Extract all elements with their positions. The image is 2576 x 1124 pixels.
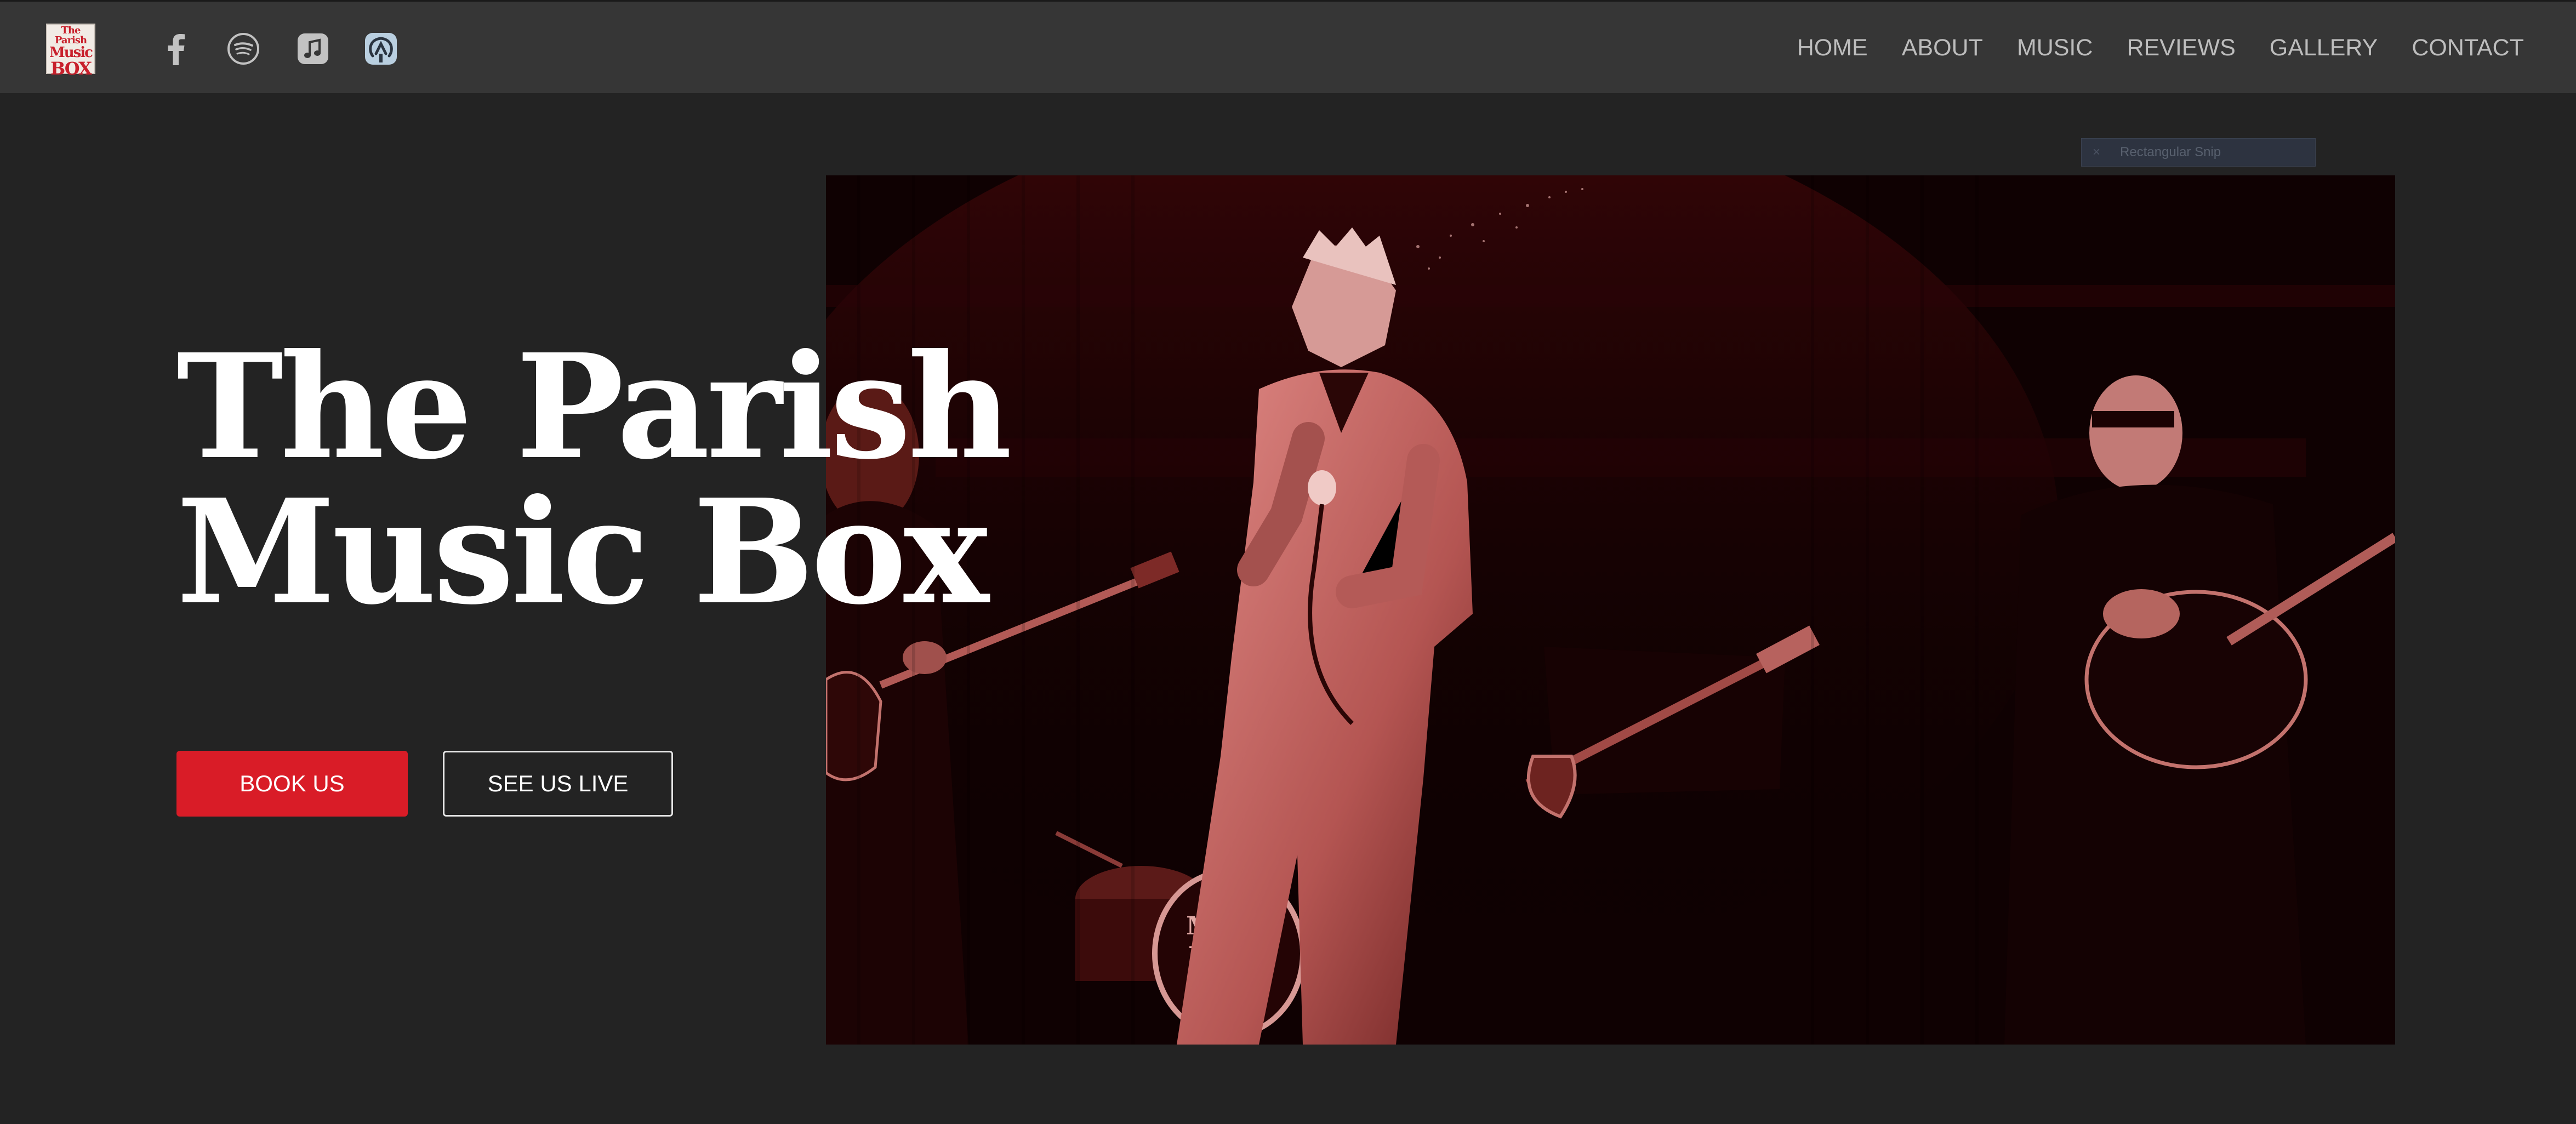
bass-guitarist (1525, 625, 1820, 819)
see-us-live-button[interactable]: SEE US LIVE (443, 751, 673, 817)
logo-line1: The Parish (54, 25, 87, 46)
nav-home[interactable]: HOME (1797, 31, 1868, 64)
site-logo[interactable]: The Parish Music BOX (46, 24, 95, 79)
nav-contact[interactable]: CONTACT (2412, 31, 2524, 64)
spotify-icon[interactable] (225, 30, 262, 67)
snip-overlay-tag: × Rectangular Snip (2081, 138, 2316, 167)
snip-overlay-label: Rectangular Snip (2120, 145, 2221, 159)
nav-music[interactable]: MUSIC (2017, 31, 2093, 64)
podcast-icon[interactable] (362, 30, 400, 67)
nav-about[interactable]: ABOUT (1902, 31, 1983, 64)
band-photo-illustration: Music BOX (826, 175, 2395, 1045)
hero-band-photo: Music BOX (826, 175, 2395, 1045)
hero-title-line2: Music Box (176, 467, 989, 636)
nav-gallery[interactable]: GALLERY (2270, 31, 2378, 64)
close-icon[interactable]: × (2093, 139, 2100, 166)
facebook-icon[interactable] (157, 30, 194, 67)
book-us-button[interactable]: BOOK US (176, 751, 408, 817)
apple-music-icon[interactable] (294, 30, 332, 67)
nav-reviews[interactable]: REVIEWS (2127, 31, 2235, 64)
top-navbar: The Parish Music BOX HOME ABOUT MUSIC RE… (0, 0, 2576, 93)
main-navigation: HOME ABOUT MUSIC REVIEWS GALLERY CONTACT (1763, 31, 2524, 64)
logo-line3: BOX (50, 58, 92, 79)
hero-title-line1: The Parish (176, 322, 1012, 491)
hero-title: The Parish Music Box (176, 322, 1012, 636)
